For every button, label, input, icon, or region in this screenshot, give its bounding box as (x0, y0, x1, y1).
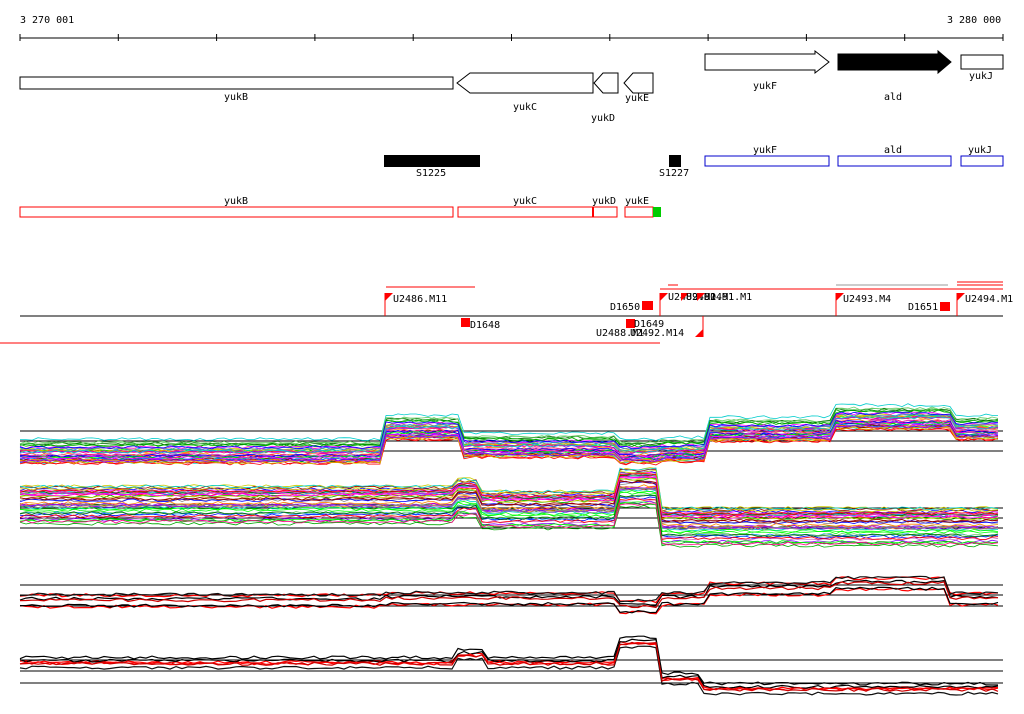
transcript-flag-U2486[interactable] (385, 293, 393, 301)
transcript-box-D1648[interactable] (461, 318, 470, 327)
transcript-label-U2492: U2492.M14 (630, 328, 684, 339)
gene-label-ald: ald (884, 92, 902, 103)
blue-gene-label-ald: ald (884, 145, 902, 156)
transcript-label-U2494: U2494.M1 (965, 294, 1013, 305)
ruler: 3 270 001 3 280 000 (19, 15, 1004, 41)
genome-browser-canvas: 3 270 001 3 280 000 yukB yukC yukD yukE … (0, 15, 1013, 696)
transcript-box-D1650[interactable] (642, 301, 653, 310)
transcript-box-D1651[interactable] (940, 302, 950, 311)
red-gene-yukC[interactable] (457, 206, 594, 218)
blue-gene-ald[interactable] (837, 155, 952, 167)
red-gene-label-yukC: yukC (513, 196, 537, 207)
gene-arrow-yukC[interactable] (456, 72, 594, 94)
expression-trace (19, 642, 999, 692)
expression-panel-4 (19, 635, 1003, 696)
blue-gene-yukJ[interactable] (960, 155, 1004, 167)
gene-arrow-yukD[interactable] (593, 72, 619, 94)
transcript-label-D1650: D1650 (610, 302, 640, 313)
transcript-label-D1651: D1651 (908, 302, 938, 313)
feature-track: S1225 S1227 yukF ald yukJ (384, 145, 1004, 179)
expression-trace (19, 587, 999, 615)
expression-panel-1 (19, 403, 1003, 466)
expression-trace (19, 641, 999, 692)
ruler-end-label: 3 280 000 (947, 15, 1001, 26)
transcript-track: U2486.M11 D1648 D1650 D1649 U2488.M1 U24… (0, 281, 1013, 344)
gene-arrow-yukE[interactable] (623, 72, 654, 94)
gene-arrow-ald[interactable] (837, 49, 952, 75)
gene-label-yukE: yukE (625, 93, 649, 104)
feature-label-S1227: S1227 (659, 168, 689, 179)
gene-label-yukC: yukC (513, 102, 537, 113)
blue-gene-yukF[interactable] (704, 155, 830, 167)
gene-track-top: yukB yukC yukD yukE yukF ald yukJ (19, 49, 1004, 124)
gene-label-yukJ: yukJ (969, 71, 993, 82)
gene-label-yukB: yukB (224, 92, 248, 103)
expression-panel-3 (19, 575, 1003, 615)
gene-arrow-yukB[interactable] (19, 76, 454, 90)
transcript-flag-U2489[interactable] (660, 293, 668, 301)
blue-gene-label-yukJ: yukJ (968, 145, 992, 156)
transcript-label-U2486: U2486.M11 (393, 294, 447, 305)
transcript-label-U2491: U2491.M1 (704, 292, 752, 303)
red-gene-label-yukE: yukE (625, 196, 649, 207)
blue-gene-label-yukF: yukF (753, 145, 777, 156)
transcript-label-D1648: D1648 (470, 320, 500, 331)
feature-label-S1225: S1225 (416, 168, 446, 179)
gene-arrow-yukJ[interactable] (960, 54, 1004, 70)
red-gene-label-yukB: yukB (224, 196, 248, 207)
transcript-label-U2493: U2493.M4 (843, 294, 891, 305)
gene-label-yukF: yukF (753, 81, 777, 92)
expression-panel-2 (19, 467, 1003, 548)
red-gene-yukD[interactable] (592, 206, 618, 218)
transcript-flag-U2492[interactable] (695, 329, 703, 337)
feature-S1227[interactable] (669, 155, 681, 167)
gene-label-yukD: yukD (591, 113, 615, 124)
feature-S1225[interactable] (384, 155, 480, 167)
red-gene-yukE[interactable] (624, 206, 654, 218)
gene-arrow-yukF[interactable] (704, 49, 830, 75)
red-gene-label-yukD: yukD (592, 196, 616, 207)
red-gene-yukB[interactable] (19, 206, 454, 218)
red-gene-track: yukB yukC yukD yukE (19, 196, 661, 218)
green-marker (653, 207, 661, 217)
ruler-start-label: 3 270 001 (20, 15, 74, 26)
transcript-flag-U2494[interactable] (957, 293, 965, 301)
